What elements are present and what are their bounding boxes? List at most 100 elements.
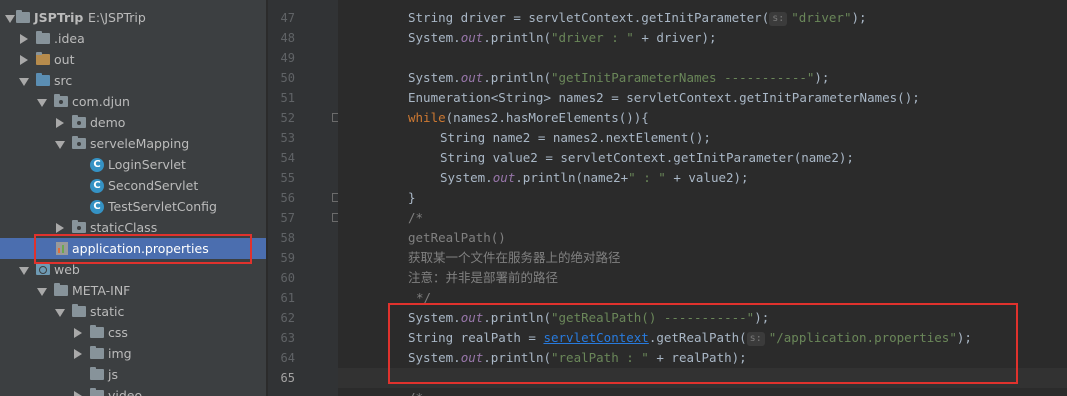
code-text: + value2); (665, 170, 749, 185)
comment-text: 获取某一个文件在服务器上的绝对路径 (408, 250, 621, 265)
tree-file-application-properties[interactable]: application.properties (0, 238, 266, 259)
tree-root-label: JSPTrip (34, 10, 84, 25)
tree-folder-video[interactable]: video (0, 385, 266, 396)
line-number: 54 (280, 151, 295, 165)
code-text: System. (440, 170, 493, 185)
line-number: 48 (280, 31, 295, 45)
tree-package-com-djun[interactable]: com.djun (0, 91, 266, 112)
chevron-down-icon[interactable] (55, 309, 65, 317)
comment-text: */ (416, 290, 432, 305)
code-line: String driver = servletContext.getInitPa… (338, 8, 1067, 28)
tree-item-label: serveleMapping (90, 136, 190, 151)
chevron-right-icon[interactable] (56, 118, 64, 128)
tree-folder-static[interactable]: static (0, 301, 266, 322)
code-line: System.out.println("driver : " + driver)… (338, 28, 1067, 48)
static-field: out (460, 310, 484, 325)
tree-item-label: static (90, 304, 125, 319)
tree-package-staticclass[interactable]: staticClass (0, 217, 266, 238)
package-icon (72, 136, 86, 149)
string-literal: "getRealPath() -----------" (551, 310, 755, 325)
line-number: 59 (280, 251, 295, 265)
tree-class-secondservlet[interactable]: C SecondServlet (0, 175, 266, 196)
folder-icon (36, 52, 50, 65)
project-tree-panel: JSPTrip E:\JSPTrip .idea out src com.dju… (0, 0, 266, 396)
code-text: } (408, 190, 416, 205)
tree-item-label: img (108, 346, 132, 361)
line-number: 62 (280, 311, 295, 325)
line-number: 64 (280, 351, 295, 365)
static-field: out (460, 350, 484, 365)
chevron-down-icon[interactable] (19, 267, 29, 275)
static-field: out (492, 170, 516, 185)
tree-item-label: .idea (54, 31, 85, 46)
tree-folder-js[interactable]: js (0, 364, 266, 385)
keyword: while (408, 110, 446, 125)
code-text: .println( (483, 30, 551, 45)
code-line: System.out.println(name2+" : " + value2)… (338, 168, 1067, 188)
comment-text: getRealPath() (408, 230, 506, 245)
tree-folder-src[interactable]: src (0, 70, 266, 91)
code-text: ); (851, 10, 867, 25)
string-literal: "/application.properties" (768, 330, 957, 345)
chevron-right-icon[interactable] (74, 349, 82, 359)
code-text: .println( (483, 70, 551, 85)
chevron-down-icon[interactable] (55, 141, 65, 149)
chevron-down-icon[interactable] (19, 78, 29, 86)
current-code-line[interactable] (338, 368, 1067, 388)
param-hint: s: (769, 12, 788, 26)
tree-root-path: E:\JSPTrip (88, 10, 146, 25)
string-literal: "driver" (791, 10, 852, 25)
tree-folder-idea[interactable]: .idea (0, 28, 266, 49)
folder-icon (90, 325, 104, 338)
tree-folder-web[interactable]: web (0, 259, 266, 280)
tree-folder-img[interactable]: img (0, 343, 266, 364)
chevron-down-icon[interactable] (37, 288, 47, 296)
line-number: 51 (280, 91, 295, 105)
code-line: System.out.println("getInitParameterName… (338, 68, 1067, 88)
code-line: */ (338, 288, 1067, 308)
chevron-right-icon[interactable] (20, 55, 28, 65)
code-text: System. (408, 30, 461, 45)
package-icon (72, 220, 86, 233)
tree-package-demo[interactable]: demo (0, 112, 266, 133)
tree-class-testservletconfig[interactable]: C TestServletConfig (0, 196, 266, 217)
tree-item-label: demo (90, 115, 126, 130)
chevron-right-icon[interactable] (74, 391, 82, 396)
string-literal: "realPath : " (551, 350, 649, 365)
editor-gutter: 47 48 49 50 51 52 53 54 55 56 57 58 59 6… (268, 0, 338, 396)
chevron-down-icon[interactable] (5, 15, 15, 23)
comment-text: 注意：并非是部署前的路径 (408, 270, 559, 285)
chevron-right-icon[interactable] (56, 223, 64, 233)
tree-package-servelemapping[interactable]: serveleMapping (0, 133, 266, 154)
tree-root-jsptrip[interactable]: JSPTrip E:\JSPTrip (0, 7, 266, 28)
tree-item-label: out (54, 52, 75, 67)
line-number: 61 (280, 291, 295, 305)
chevron-right-icon[interactable] (20, 34, 28, 44)
code-line: System.out.println("getRealPath() ------… (338, 308, 1067, 328)
line-number: 47 (280, 11, 295, 25)
tree-item-label: css (108, 325, 128, 340)
line-number: 63 (280, 331, 295, 345)
tree-folder-meta-inf[interactable]: META-INF (0, 280, 266, 301)
line-number: 52 (280, 111, 295, 125)
param-hint: s: (746, 332, 765, 346)
chevron-down-icon[interactable] (37, 99, 47, 107)
tree-folder-out[interactable]: out (0, 49, 266, 70)
package-icon (54, 94, 68, 107)
tree-item-label: src (54, 73, 73, 88)
code-line: Enumeration<String> names2 = servletCont… (338, 88, 1067, 108)
folder-icon (90, 367, 104, 380)
code-editor[interactable]: String driver = servletContext.getInitPa… (338, 0, 1067, 396)
code-text: System. (408, 350, 461, 365)
code-line: 注意：并非是部署前的路径 (338, 268, 1067, 288)
chevron-right-icon[interactable] (74, 328, 82, 338)
source-folder-icon (36, 73, 50, 86)
code-text: + realPath); (648, 350, 747, 365)
field-reference[interactable]: servletContext (543, 330, 648, 345)
current-line-number: 65 (280, 371, 295, 385)
tree-folder-css[interactable]: css (0, 322, 266, 343)
java-class-icon: C (90, 200, 104, 214)
code-text: (names2.hasMoreElements()){ (445, 110, 649, 125)
tree-class-loginservlet[interactable]: C LoginServlet (0, 154, 266, 175)
tree-item-label: staticClass (90, 220, 158, 235)
